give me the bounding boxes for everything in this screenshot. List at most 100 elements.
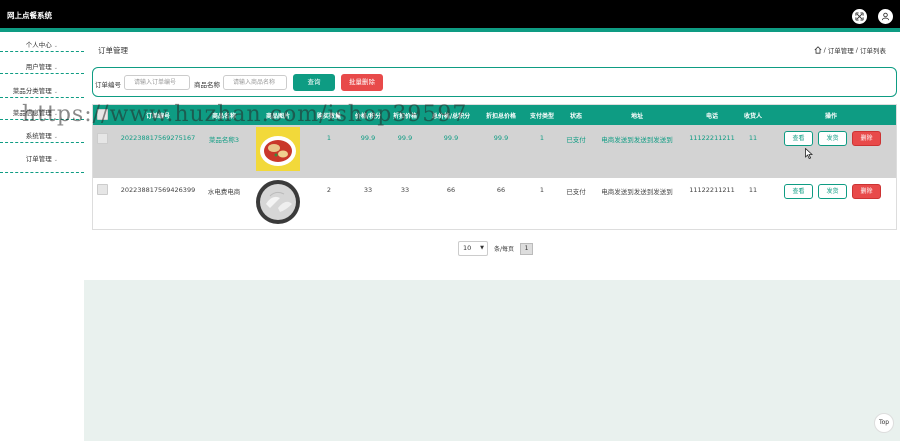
column-header[interactable]: 购买数量 [317,111,341,120]
cell-discount-total: 66 [496,186,506,194]
chevron-down-icon: ⌄ [53,89,58,95]
column-header[interactable]: 折扣价格 [393,111,417,120]
sidebar-item-label: 系统管理 [25,132,52,140]
cell-status: 已支付 [566,188,586,196]
column-header[interactable]: 折扣总价格 [486,111,516,120]
sidebar-item-label: 订单管理 [25,155,52,163]
table-row[interactable]: 202238817569426399 水电费电商 2 33 33 66 66 1… [93,178,896,228]
table-row[interactable]: 202238817569275167 菜品名称3 1 99.9 99.9 99.… [93,125,896,178]
top-bar: 网上点餐系统 [0,0,900,28]
cell-phone: 11122211211 [689,134,735,142]
sidebar-item-profile[interactable]: 个人中心 ⌄ [0,39,84,49]
cell-quantity: 2 [326,186,332,194]
cell-pay-type: 1 [539,186,545,194]
chevron-down-icon: ⌄ [53,134,58,140]
home-icon[interactable] [814,46,822,54]
sidebar-item-users[interactable]: 用户管理 ⌄ [0,61,84,71]
breadcrumb-separator: / [855,46,858,54]
column-header[interactable]: 总价格/总积分 [432,111,470,120]
cell-order-no: 202238817569426399 [120,186,196,194]
column-header: 操作 [824,113,838,120]
divider [0,51,84,52]
cell-phone: 11122211211 [689,186,735,194]
select-all-checkbox[interactable] [97,109,108,120]
cell-address: 电商发送到发送到发送到 [601,188,673,196]
divider [0,73,84,74]
app-title: 网上点餐系统 [7,11,52,20]
content-background [84,280,900,441]
breadcrumb: / 订单管理 / 订单列表 [814,45,886,55]
delete-button[interactable]: 删除 [852,184,881,199]
fullscreen-icon[interactable] [852,9,867,24]
chevron-down-icon: ⌄ [53,111,58,117]
page-size-value: 10 [463,244,472,252]
back-to-top-button[interactable]: Top [874,413,894,433]
divider [0,172,84,173]
column-header[interactable]: 价格/积分 [355,111,381,120]
sidebar-item-dish-category[interactable]: 菜品分类管理 ⌄ [0,85,84,95]
view-button[interactable]: 查看 [784,131,813,146]
sidebar-item-label: 个人中心 [25,41,52,49]
breadcrumb-separator: / [823,46,826,54]
cell-discount-total: 99.9 [493,134,509,142]
sidebar: 个人中心 ⌄ 用户管理 ⌄ 菜品分类管理 ⌄ 菜品信息管理 ⌄ 系统管理 ⌄ 订单管理 ⌄ [0,32,84,441]
mouse-cursor-icon [805,148,813,159]
breadcrumb-item: 订单列表 [860,47,886,55]
cell-quantity: 1 [326,134,332,142]
cell-dish-name: 菜品名称3 [208,136,240,144]
sidebar-item-label: 菜品分类管理 [12,87,52,95]
page-size-select[interactable]: 10 ▼ [458,241,488,256]
column-header[interactable]: 地址 [631,111,643,120]
divider [0,142,84,143]
dish-image [256,180,300,224]
column-header: 商品图片 [265,113,291,120]
delete-button[interactable]: 删除 [852,131,881,146]
cell-total: 66 [446,186,456,194]
column-header[interactable]: 支付类型 [530,111,554,120]
chevron-down-icon: ⌄ [53,157,58,163]
ship-button[interactable]: 发货 [818,184,847,199]
user-icon[interactable] [878,9,893,24]
batch-delete-button[interactable]: 批量删除 [341,74,383,91]
query-button[interactable]: 查询 [293,74,335,91]
page-number[interactable]: 1 [520,242,534,255]
sidebar-item-system[interactable]: 系统管理 ⌄ [0,130,84,140]
cell-discount-price: 99.9 [397,134,413,142]
sidebar-item-orders[interactable]: 订单管理 ⌄ [0,153,84,163]
dish-image [256,127,300,171]
page-size-suffix: 条/每页 [494,246,515,253]
orders-table: 订单编号 商品名称 商品图片 购买数量 价格/积分 折扣价格 总价格/总积分 折… [92,104,897,230]
ship-button[interactable]: 发货 [818,131,847,146]
chevron-down-icon: ⌄ [53,65,58,71]
cell-dish-name: 水电费电商 [207,188,241,196]
divider [0,97,84,98]
chevron-down-icon: ▼ [480,245,484,251]
column-header[interactable]: 状态 [570,111,582,120]
dish-name-input[interactable]: 请输入商品名称 [223,75,287,90]
row-checkbox[interactable] [97,184,108,195]
cell-receiver: 11 [748,186,758,194]
divider [0,119,84,120]
page-title: 订单管理 [98,46,128,55]
sidebar-item-label: 菜品信息管理 [12,109,52,117]
cell-address: 电商发送到发送到发送到 [601,136,673,144]
order-no-label: 订单编号 [95,81,121,89]
table-header: 订单编号 商品名称 商品图片 购买数量 价格/积分 折扣价格 总价格/总积分 折… [93,105,896,125]
view-button[interactable]: 查看 [784,184,813,199]
column-header[interactable]: 收货人 [744,111,762,120]
breadcrumb-item[interactable]: 订单管理 [828,45,854,55]
cell-receiver: 11 [748,134,758,142]
row-checkbox[interactable] [97,133,108,144]
cell-discount-price: 33 [400,186,410,194]
dish-name-label: 商品名称 [194,81,220,89]
cell-price: 99.9 [360,134,376,142]
sidebar-item-label: 用户管理 [25,63,52,71]
column-header[interactable]: 电话 [706,111,718,120]
search-panel: 订单编号 请输入订单编号 商品名称 请输入商品名称 查询 批量删除 [92,67,897,97]
sidebar-item-dish-info[interactable]: 菜品信息管理 ⌄ [0,107,84,117]
cell-status: 已支付 [566,136,586,144]
column-header[interactable]: 订单编号 [146,111,170,120]
column-header[interactable]: 商品名称 [212,111,236,120]
order-no-input[interactable]: 请输入订单编号 [124,75,190,90]
pagination: 10 ▼ 条/每页 1 [458,241,534,256]
